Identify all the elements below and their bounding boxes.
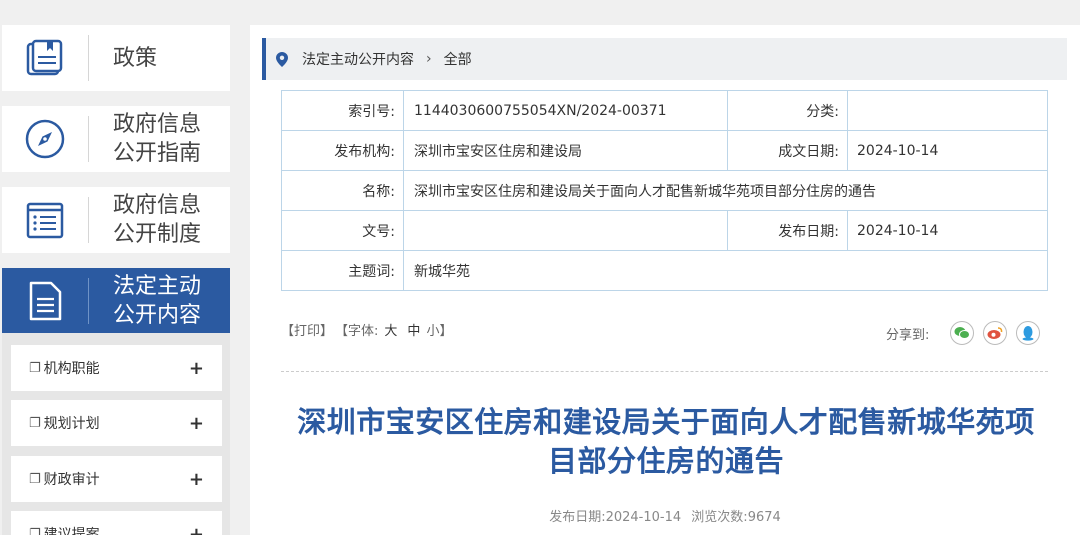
share-label: 分享到: [886, 327, 930, 343]
font-size-label: 【字体: [335, 324, 379, 339]
breadcrumb-separator: › [426, 51, 432, 67]
view-count-label: 浏览次数: [691, 510, 748, 525]
view-count: 浏览次数:9674 [691, 510, 780, 525]
font-small-button[interactable]: 小】 [426, 320, 452, 339]
meta-value: 新城华苑 [403, 250, 1048, 291]
sub-item-label: 机构职能 [43, 361, 100, 377]
sub-item-finance-audit[interactable]: ❐ 财政审计 + [11, 456, 222, 502]
nav-label-line2: 公开指南 [113, 141, 202, 166]
meta-key: 发布机构: [281, 130, 404, 171]
wechat-share-icon[interactable] [950, 321, 975, 345]
meta-key: 分类: [727, 90, 848, 131]
nav-label-line1: 政策 [113, 45, 158, 71]
document-icon [2, 268, 88, 333]
sub-item-institution-functions[interactable]: ❐ 机构职能 + [11, 345, 222, 391]
breadcrumb: 法定主动公开内容 › 全部 [262, 38, 1067, 80]
doc-icon: ❐ [29, 360, 41, 376]
sub-item-label: 建议提案 [43, 527, 100, 535]
breadcrumb-link[interactable]: 法定主动公开内容 [302, 49, 414, 69]
nav-label-line2: 公开内容 [113, 302, 202, 328]
table-row: 文号: 发布日期: 2024-10-14 [281, 210, 1048, 251]
meta-key: 名称: [281, 170, 404, 211]
meta-key: 文号: [281, 210, 404, 251]
meta-value: 2024-10-14 [847, 130, 1048, 171]
nav-label-line1: 政府信息 [113, 112, 202, 137]
article-tools: 【打印】 【字体: 大 中 小】 [281, 320, 452, 339]
meta-key: 索引号: [281, 90, 404, 131]
nav-gov-info-system[interactable]: 政府信息 公开制度 [2, 187, 230, 253]
article-pub-info: 发布日期:2024-10-14 浏览次数:9674 [250, 506, 1080, 525]
article-title-line1: 深圳市宝安区住房和建设局关于面向人才配售新城华苑项 [297, 405, 1035, 439]
doc-icon: ❐ [29, 471, 41, 487]
font-medium-button[interactable]: 中 [407, 320, 420, 339]
table-row: 主题词: 新城华苑 [281, 250, 1048, 291]
nav-gov-info-guide[interactable]: 政府信息 公开指南 [2, 106, 230, 172]
nav-label: 政府信息 公开指南 [89, 110, 230, 168]
table-row: 发布机构: 深圳市宝安区住房和建设局 成文日期: 2024-10-14 [281, 130, 1048, 171]
meta-value: 深圳市宝安区住房和建设局 [403, 130, 728, 171]
doc-icon: ❐ [29, 415, 41, 431]
nav-label: 政策 [89, 44, 230, 73]
sub-item-proposals[interactable]: ❐ 建议提案 + [11, 511, 222, 535]
qq-share-icon[interactable] [1016, 321, 1041, 345]
expand-icon[interactable]: + [189, 469, 204, 490]
location-pin-icon [276, 51, 288, 67]
compass-icon [2, 106, 88, 172]
sub-item-plans[interactable]: ❐ 规划计划 + [11, 400, 222, 446]
table-row: 索引号: 1144030600755054XN/2024-00371 分类: [281, 90, 1048, 131]
expand-icon[interactable]: + [189, 358, 204, 379]
meta-value: 深圳市宝安区住房和建设局关于面向人才配售新城华苑项目部分住房的通告 [403, 170, 1048, 211]
nav-label: 法定主动 公开内容 [89, 272, 230, 330]
breadcrumb-current[interactable]: 全部 [444, 49, 472, 69]
meta-key: 发布日期: [727, 210, 848, 251]
document-meta-table: 索引号: 1144030600755054XN/2024-00371 分类: 发… [281, 90, 1048, 291]
sub-item-label: 财政审计 [43, 472, 100, 488]
nav-statutory-disclosure[interactable]: 法定主动 公开内容 [2, 268, 230, 333]
expand-icon[interactable]: + [189, 413, 204, 434]
nav-label-line1: 政府信息 [113, 193, 202, 218]
meta-key: 成文日期: [727, 130, 848, 171]
nav-label-line1: 法定主动 [113, 273, 202, 299]
article-title-line2: 目部分住房的通告 [547, 444, 784, 478]
publish-date-label-text: 发布日期: [549, 510, 606, 525]
doc-icon: ❐ [29, 526, 41, 535]
table-row: 名称: 深圳市宝安区住房和建设局关于面向人才配售新城华苑项目部分住房的通告 [281, 170, 1048, 211]
view-count-value: 9674 [747, 510, 781, 525]
book-icon [2, 25, 88, 91]
article-title: 深圳市宝安区住房和建设局关于面向人才配售新城华苑项 目部分住房的通告 [270, 403, 1062, 481]
share-bar: 分享到: [886, 321, 1041, 345]
nav-label-line2: 公开制度 [113, 222, 202, 247]
meta-value [403, 210, 728, 251]
sidebar: 政策 政府信息 公开指南 政府信息 公开制度 法定主动 公开内容 ❐ 机构职能 … [0, 0, 232, 535]
print-button[interactable]: 【打印】 [281, 320, 333, 339]
meta-value: 2024-10-14 [847, 210, 1048, 251]
meta-value [847, 90, 1048, 131]
font-large-button[interactable]: 大 [384, 320, 397, 339]
nav-policy[interactable]: 政策 [2, 25, 230, 91]
expand-icon[interactable]: + [189, 524, 204, 535]
weibo-share-icon[interactable] [983, 321, 1008, 345]
list-document-icon [2, 187, 88, 253]
nav-label: 政府信息 公开制度 [89, 191, 230, 249]
meta-value: 1144030600755054XN/2024-00371 [403, 90, 728, 131]
sub-item-label: 规划计划 [43, 416, 100, 432]
sub-menu: ❐ 机构职能 + ❐ 规划计划 + ❐ 财政审计 + ❐ 建议提案 + [2, 333, 230, 535]
main-content: 法定主动公开内容 › 全部 索引号: 1144030600755054XN/20… [250, 25, 1080, 535]
meta-key: 主题词: [281, 250, 404, 291]
dashed-divider [281, 371, 1048, 372]
publish-date-label: 发布日期:2024-10-14 [549, 510, 681, 525]
publish-date-value: 2024-10-14 [605, 510, 682, 525]
